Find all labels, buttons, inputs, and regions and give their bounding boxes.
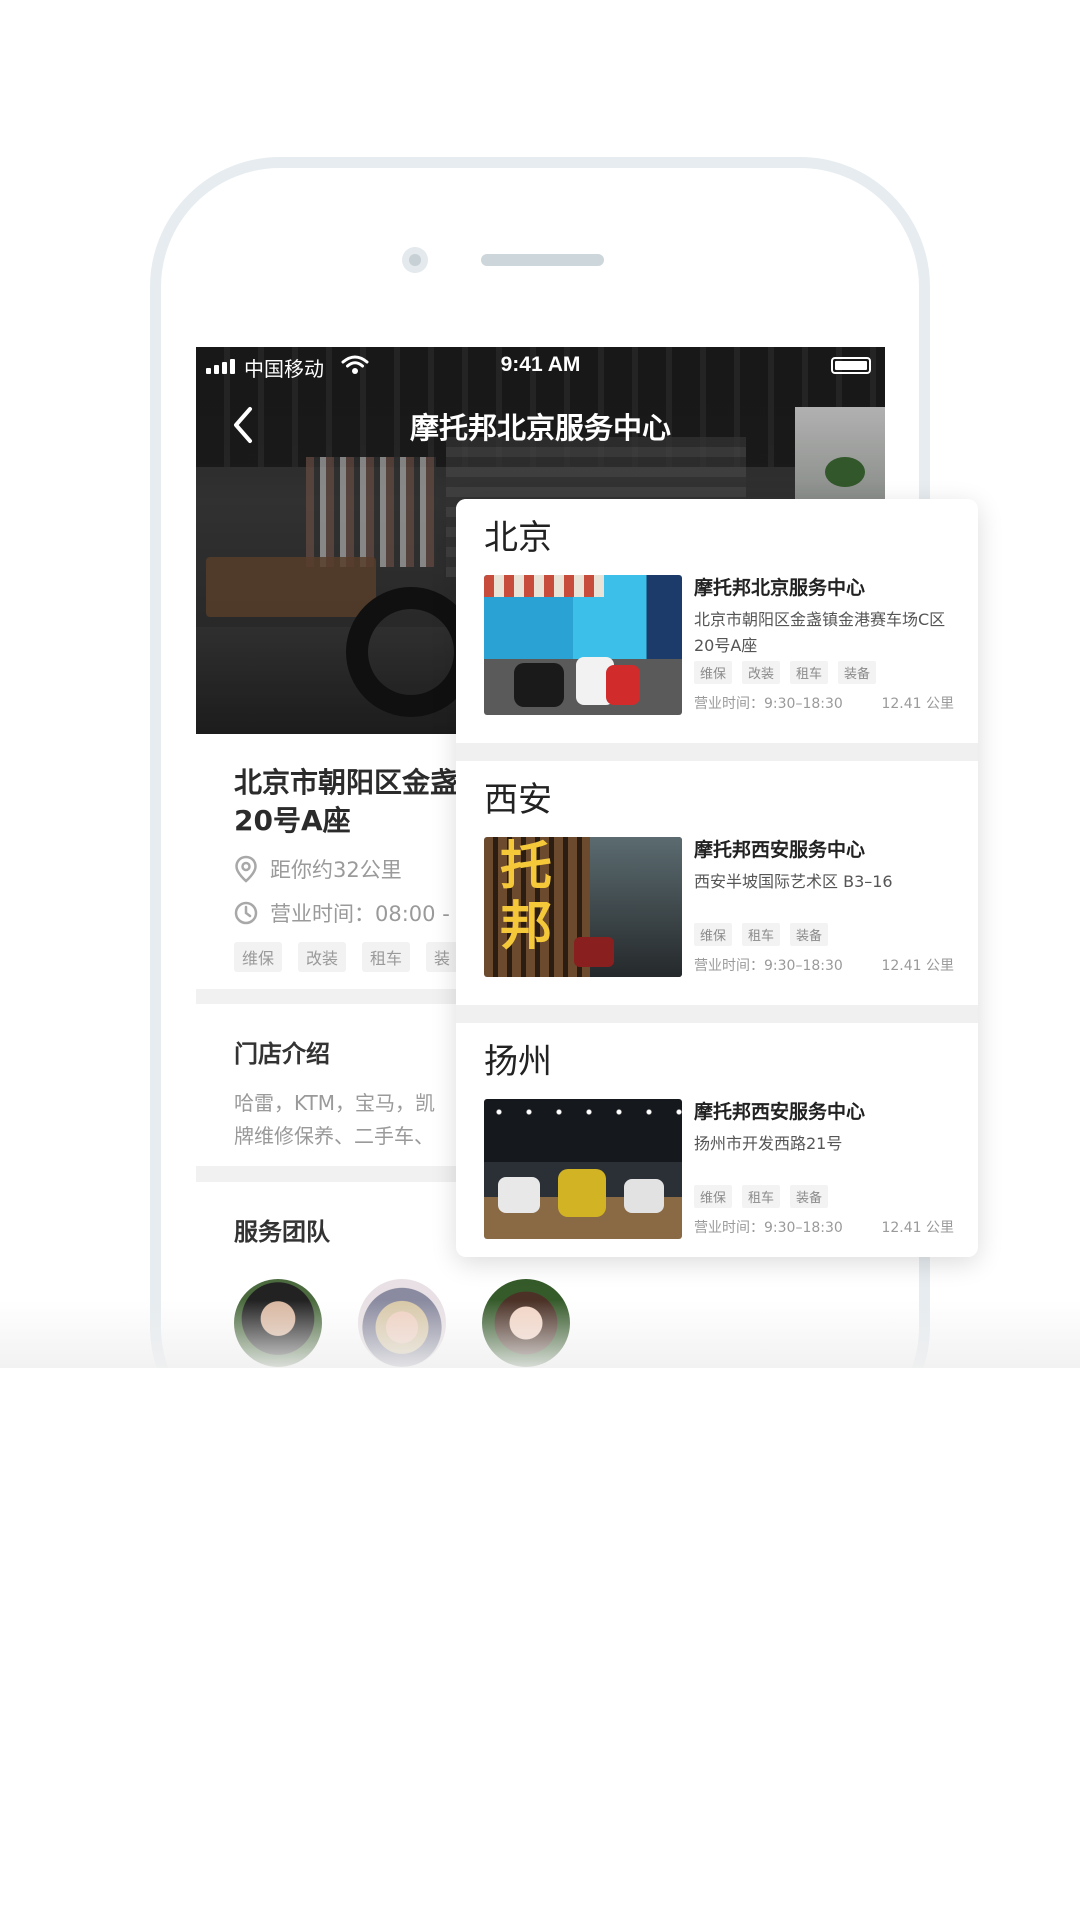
store-distance: 12.41 公里 — [881, 958, 954, 974]
store-list-item[interactable]: 摩托邦西安服务中心 扬州市开发西路21号 维保 租车 装备 营业时间：9:30–… — [484, 1099, 954, 1239]
city-section-yangzhou: 扬州 摩托邦西安服务中心 扬州市开发西路21号 维保 租车 装备 营业时间：9:… — [456, 1023, 978, 1257]
tag: 改装 — [298, 942, 347, 972]
city-name: 扬州 — [484, 1042, 552, 1082]
tag: 装备 — [838, 661, 877, 684]
store-hours: 营业时间：9:30–18:30 — [694, 958, 843, 974]
store-thumbnail: 托 邦 — [484, 837, 682, 977]
service-tags: 维保 租车 装备 — [694, 1185, 829, 1208]
page-title: 摩托邦北京服务中心 — [409, 411, 671, 445]
store-distance: 12.41 公里 — [881, 696, 954, 712]
store-footer: 营业时间：9:30–18:30 12.41 公里 — [694, 693, 954, 713]
status-time: 9:41 AM — [500, 353, 581, 376]
store-address: 扬州市开发西路21号 — [694, 1134, 843, 1153]
tag: 维保 — [694, 923, 733, 946]
city-store-list-card: 北京 摩托邦北京服务中心 北京市朝阳区金盏镇金港赛车场C区20号A座 维保 改装… — [456, 499, 978, 1257]
tag: 改装 — [742, 661, 781, 684]
tag: 装 — [426, 942, 459, 972]
tag: 维保 — [694, 661, 733, 684]
tag: 租车 — [742, 923, 781, 946]
service-tags: 维保 改装 租车 装备 — [694, 661, 877, 684]
tag: 租车 — [790, 661, 829, 684]
store-list-item[interactable]: 摩托邦北京服务中心 北京市朝阳区金盏镇金港赛车场C区20号A座 维保 改装 租车… — [484, 575, 954, 715]
tag: 装备 — [790, 1185, 829, 1208]
clock-icon — [234, 901, 258, 925]
city-section-beijing: 北京 摩托邦北京服务中心 北京市朝阳区金盏镇金港赛车场C区20号A座 维保 改装… — [456, 499, 978, 743]
store-footer: 营业时间：9:30–18:30 12.41 公里 — [694, 955, 954, 975]
store-meta: 摩托邦西安服务中心 扬州市开发西路21号 维保 租车 装备 营业时间：9:30–… — [694, 1099, 954, 1239]
tag: 维保 — [234, 942, 283, 972]
store-distance: 12.41 公里 — [881, 1220, 954, 1236]
service-tags: 维保 租车 装备 — [694, 923, 829, 946]
battery-icon — [831, 357, 871, 374]
location-pin-icon — [235, 855, 257, 883]
bottom-fade — [0, 1300, 1080, 1370]
tag: 装备 — [790, 923, 829, 946]
store-thumbnail — [484, 1099, 682, 1239]
store-meta: 摩托邦北京服务中心 北京市朝阳区金盏镇金港赛车场C区20号A座 维保 改装 租车… — [694, 575, 954, 715]
tag: 租车 — [362, 942, 411, 972]
store-hours: 营业时间：9:30–18:30 — [694, 1220, 843, 1236]
distance-text: 距你约32公里 — [270, 858, 402, 882]
storefront-sign-text: 邦 — [500, 897, 553, 957]
store-list-item[interactable]: 托 邦 摩托邦西安服务中心 西安半坡国际艺术区 B3–16 维保 租车 装备 营… — [484, 837, 954, 977]
city-name: 北京 — [484, 518, 552, 558]
store-name: 摩托邦西安服务中心 — [694, 1101, 866, 1123]
front-camera — [402, 247, 428, 273]
tag: 租车 — [742, 1185, 781, 1208]
store-thumbnail — [484, 575, 682, 715]
store-meta: 摩托邦西安服务中心 西安半坡国际艺术区 B3–16 维保 租车 装备 营业时间：… — [694, 837, 954, 977]
store-footer: 营业时间：9:30–18:30 12.41 公里 — [694, 1217, 954, 1237]
storefront-sign-text: 托 — [500, 837, 553, 897]
bottom-blank — [0, 1368, 1080, 1920]
store-name: 摩托邦北京服务中心 — [694, 577, 866, 599]
city-name: 西安 — [484, 780, 552, 820]
city-section-xian: 西安 托 邦 摩托邦西安服务中心 西安半坡国际艺术区 B3–16 维保 租车 装… — [456, 761, 978, 1005]
store-name: 摩托邦西安服务中心 — [694, 839, 866, 861]
store-hours: 营业时间：9:30–18:30 — [694, 696, 843, 712]
store-address: 北京市朝阳区金盏镇金港赛车场C区20号A座 — [694, 610, 946, 655]
status-bar: 中国移动 9:41 AM — [196, 347, 885, 383]
earpiece-speaker — [481, 254, 604, 266]
hours-text: 营业时间：08:00 - 2 — [270, 902, 470, 926]
store-address: 西安半坡国际艺术区 B3–16 — [694, 872, 893, 891]
tag: 维保 — [694, 1185, 733, 1208]
